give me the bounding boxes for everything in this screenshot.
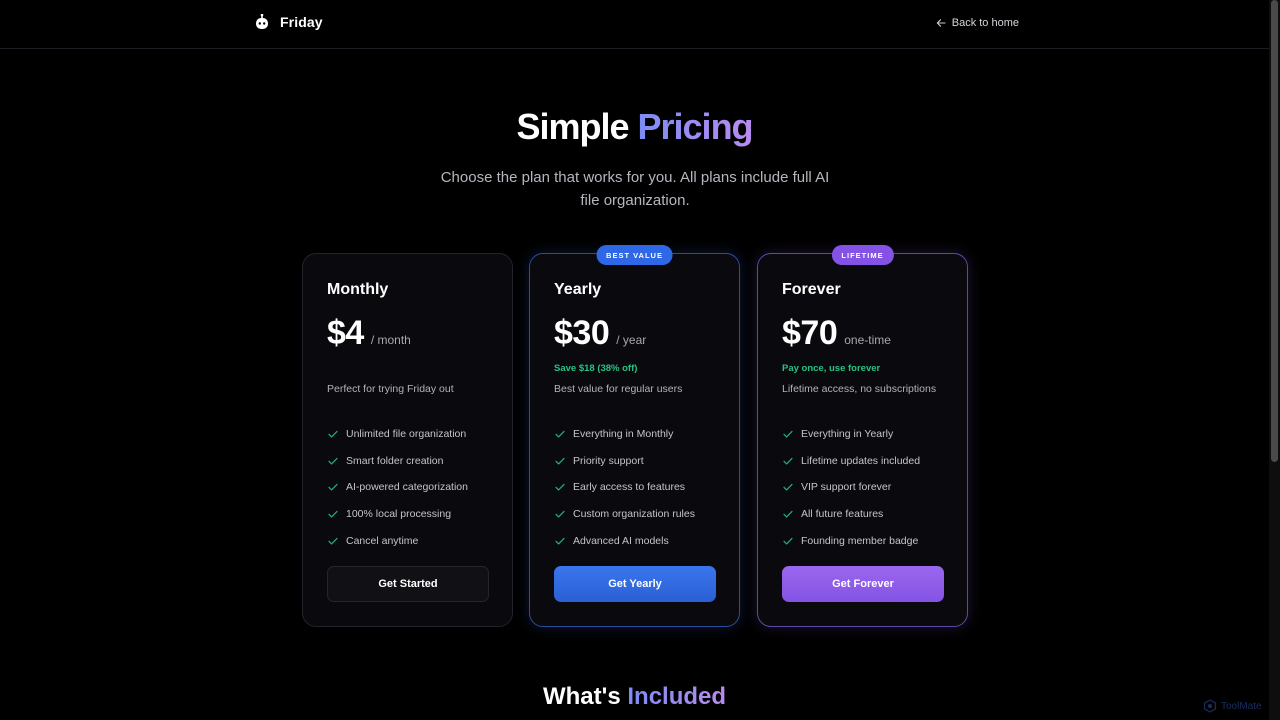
- back-to-home-link[interactable]: Back to home: [936, 17, 1019, 29]
- feature-item: Advanced AI models: [554, 527, 695, 554]
- feature-label: AI-powered categorization: [346, 481, 468, 494]
- price-row: $30 / year: [554, 314, 646, 353]
- plan-name: Forever: [782, 281, 841, 298]
- watermark-logo-icon: [1203, 699, 1217, 713]
- pricing-card-yearly: BEST VALUE Yearly $30 / year Save $18 (3…: [529, 245, 740, 627]
- feature-item: VIP support forever: [782, 474, 920, 501]
- check-icon: [783, 537, 793, 545]
- feature-item: Everything in Yearly: [782, 421, 920, 448]
- page-subtitle: Choose the plan that works for you. All …: [440, 169, 830, 209]
- feature-item: Lifetime updates included: [782, 448, 920, 475]
- feature-label: Smart folder creation: [346, 454, 444, 467]
- feature-item: Custom organization rules: [554, 501, 695, 528]
- feature-label: Everything in Yearly: [801, 428, 894, 441]
- feature-label: VIP support forever: [801, 481, 892, 494]
- pricing-card-forever: LIFETIME Forever $70 one-time Pay once, …: [757, 245, 968, 627]
- get-forever-button[interactable]: Get Forever: [782, 566, 944, 602]
- lifetime-badge: LIFETIME: [831, 245, 894, 265]
- page-title-plain: Simple: [516, 106, 629, 147]
- pricing-card-monthly: Monthly $4 / month Perfect for trying Fr…: [302, 253, 513, 627]
- robot-icon: [256, 14, 268, 29]
- feature-list: Unlimited file organization Smart folder…: [327, 421, 468, 554]
- arrow-left-icon: [936, 19, 946, 27]
- plan-description: Lifetime access, no subscriptions: [782, 383, 937, 395]
- get-yearly-button[interactable]: Get Yearly: [554, 566, 716, 602]
- check-icon: [783, 510, 793, 518]
- check-icon: [328, 457, 338, 465]
- check-icon: [555, 457, 565, 465]
- check-icon: [783, 484, 793, 491]
- feature-item: Unlimited file organization: [327, 421, 468, 448]
- feature-label: Lifetime updates included: [801, 454, 921, 467]
- feature-label: Everything in Monthly: [573, 428, 674, 441]
- feature-item: Founding member badge: [782, 527, 920, 554]
- check-icon: [555, 484, 565, 491]
- get-started-button[interactable]: Get Started: [327, 566, 489, 602]
- check-icon: [328, 510, 338, 518]
- plan-name: Monthly: [327, 281, 389, 298]
- feature-item: Everything in Monthly: [554, 421, 695, 448]
- feature-label: Advanced AI models: [573, 534, 669, 547]
- vertical-scrollbar[interactable]: [1269, 0, 1280, 720]
- scrollbar-thumb[interactable]: [1271, 0, 1278, 462]
- plan-price: $30: [554, 314, 610, 352]
- section-title-highlight: Included: [627, 683, 727, 710]
- check-icon: [328, 484, 338, 491]
- watermark: ToolMate: [1203, 699, 1262, 713]
- feature-item: Early access to features: [554, 474, 695, 501]
- feature-item: AI-powered categorization: [327, 474, 468, 501]
- best-value-badge: BEST VALUE: [596, 245, 673, 265]
- top-nav: Friday Back to home: [0, 0, 1269, 49]
- whats-included-heading: What's Included: [0, 683, 1269, 711]
- brand-logo-link[interactable]: Friday: [255, 14, 323, 30]
- page-title-highlight: Pricing: [637, 106, 754, 147]
- plan-savings: Pay once, use forever: [782, 363, 881, 374]
- check-icon: [783, 431, 793, 438]
- brand-name: Friday: [280, 14, 323, 30]
- feature-label: All future features: [801, 508, 884, 521]
- plan-period: / year: [616, 333, 647, 347]
- check-icon: [328, 537, 338, 545]
- check-icon: [555, 537, 565, 545]
- feature-label: Founding member badge: [801, 534, 919, 547]
- feature-list: Everything in Monthly Priority support E…: [554, 421, 695, 554]
- feature-label: Custom organization rules: [573, 508, 695, 521]
- check-icon: [555, 510, 565, 518]
- check-icon: [555, 431, 565, 438]
- plan-period: one-time: [844, 333, 891, 347]
- plan-description: Best value for regular users: [554, 383, 683, 395]
- plan-price: $4: [327, 314, 364, 352]
- feature-label: 100% local processing: [346, 508, 452, 521]
- feature-item: Cancel anytime: [327, 527, 468, 554]
- feature-label: Early access to features: [573, 481, 686, 494]
- page-title: Simple Pricing: [0, 106, 1269, 148]
- price-row: $4 / month: [327, 314, 411, 353]
- plan-period: / month: [370, 333, 411, 347]
- feature-list: Everything in Yearly Lifetime updates in…: [782, 421, 920, 554]
- back-to-home-label: Back to home: [951, 17, 1019, 29]
- feature-label: Priority support: [573, 454, 644, 467]
- feature-label: Cancel anytime: [346, 534, 419, 547]
- feature-item: Smart folder creation: [327, 448, 468, 475]
- feature-item: Priority support: [554, 448, 695, 475]
- plan-name: Yearly: [554, 281, 602, 298]
- feature-item: 100% local processing: [327, 501, 468, 528]
- plan-savings: Save $18 (38% off): [554, 363, 638, 374]
- section-title-plain: What's: [542, 683, 621, 710]
- price-row: $70 one-time: [782, 314, 891, 353]
- plan-price: $70: [782, 314, 838, 352]
- check-icon: [783, 457, 793, 465]
- feature-label: Unlimited file organization: [346, 428, 467, 441]
- feature-item: All future features: [782, 501, 920, 528]
- plan-description: Perfect for trying Friday out: [327, 383, 454, 395]
- watermark-text: ToolMate: [1221, 700, 1262, 712]
- check-icon: [328, 431, 338, 438]
